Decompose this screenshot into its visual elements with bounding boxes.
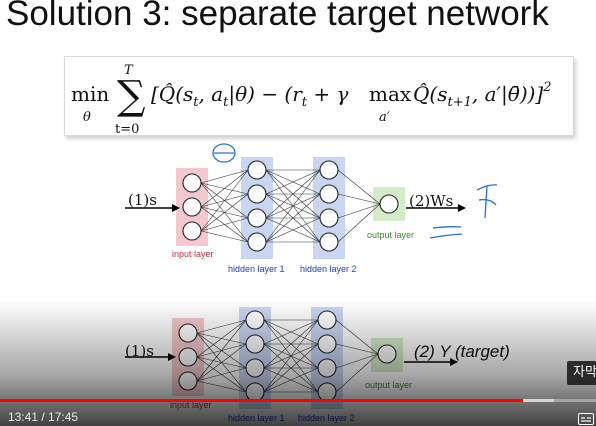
bottom-network-node (317, 334, 337, 354)
top-output-label: (2)Ws (409, 192, 453, 210)
top-network-edge (200, 169, 249, 232)
progress-played (0, 399, 524, 402)
top-output-layer-label: output layer (367, 230, 414, 240)
bottom-network-node (317, 358, 337, 378)
captions-icon[interactable] (578, 413, 594, 425)
bottom-network-edge (196, 319, 247, 382)
top-network-node (319, 208, 339, 228)
bottom-hidden2-label: hidden layer 2 (298, 413, 355, 423)
video-frame[interactable]: Solution 3: separate target network min … (0, 0, 596, 426)
top-edges (200, 169, 381, 243)
top-input-label: (1)s (128, 191, 157, 209)
letter-scribble (476, 184, 498, 219)
top-network-node (379, 194, 399, 214)
bottom-output-layer-label: output layer (365, 380, 412, 390)
top-network-edge (200, 217, 249, 232)
top-network-node (247, 208, 267, 228)
top-network-edge (200, 169, 249, 184)
top-network-node (319, 232, 339, 252)
bottom-network-node (178, 371, 198, 391)
bottom-network-node (245, 310, 265, 330)
bottom-edges (196, 319, 379, 393)
bottom-output-label: (2) Y (target) (414, 342, 510, 361)
top-network-node (182, 197, 202, 217)
top-network-node (247, 232, 267, 252)
bottom-hidden1-label: hidden layer 1 (228, 413, 285, 423)
time-display: 13:41 / 17:45 (8, 410, 79, 424)
top-network-node (319, 184, 339, 204)
top-network-node (247, 184, 267, 204)
top-network-node (182, 221, 202, 241)
bottom-network-edge (196, 319, 247, 334)
bottom-nodes (178, 310, 397, 402)
top-network-node (247, 160, 267, 180)
bottom-network-node (178, 347, 198, 367)
bottom-network-node (245, 358, 265, 378)
bottom-network-node (377, 344, 397, 364)
top-input-layer-label: input layer (172, 249, 214, 259)
subtitle-button[interactable]: 자막 (567, 361, 596, 385)
top-hidden2-label: hidden layer 2 (300, 264, 357, 274)
top-hidden1-label: hidden layer 1 (228, 264, 285, 274)
top-nodes (182, 160, 399, 252)
bottom-input-label: (1)s (125, 342, 154, 360)
top-network-node (182, 173, 202, 193)
bottom-network-node (245, 334, 265, 354)
network-diagrams: (1)s (2)Ws input layer hidden layer 1 hi… (125, 143, 510, 423)
underline-scribble (429, 226, 463, 239)
bottom-network: (1)s (2) Y (target) input layer hidden l… (125, 307, 510, 423)
top-network-node (319, 160, 339, 180)
bottom-network-edge (196, 367, 247, 382)
progress-bar[interactable] (0, 399, 596, 402)
bottom-network-node (178, 323, 198, 343)
top-output-arrowhead (458, 204, 466, 212)
top-network: (1)s (2)Ws input layer hidden layer 1 hi… (125, 157, 466, 274)
bottom-network-node (317, 310, 337, 330)
